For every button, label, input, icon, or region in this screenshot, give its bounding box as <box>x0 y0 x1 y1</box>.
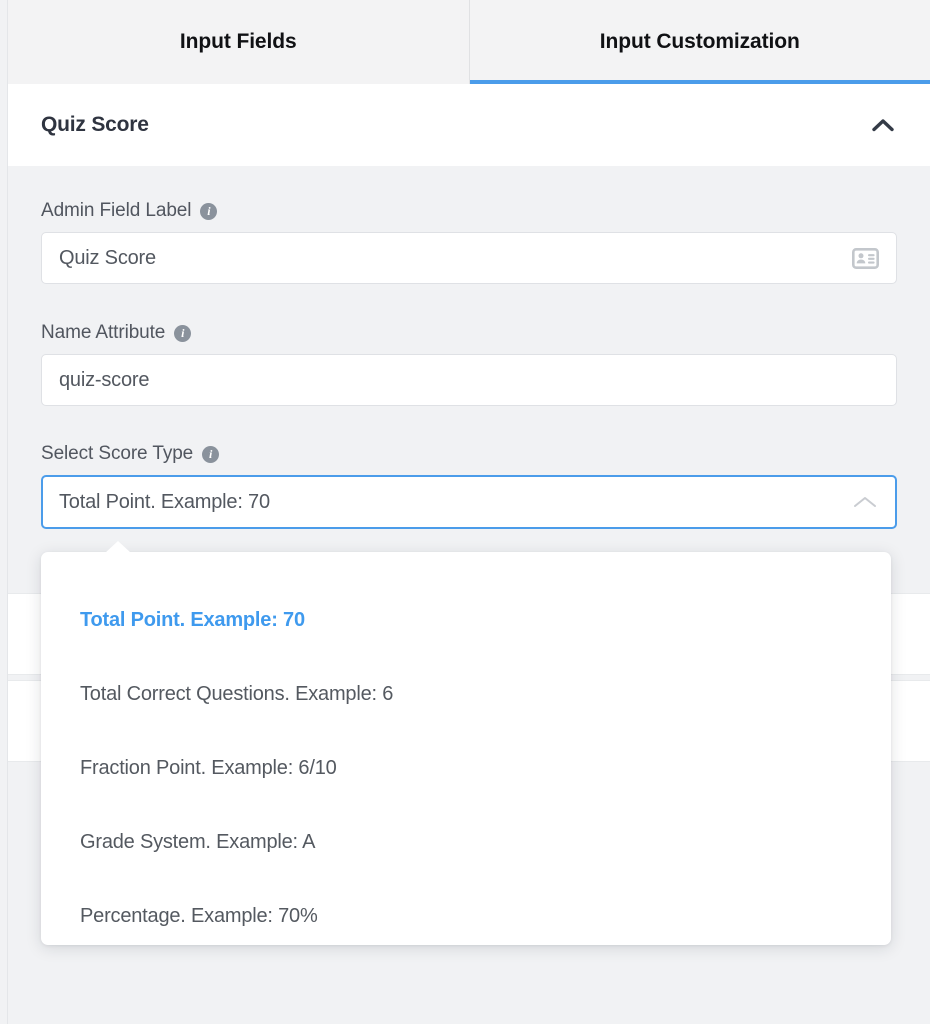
dropdown-option-total-correct-questions[interactable]: Total Correct Questions. Example: 6 <box>41 657 891 731</box>
info-icon[interactable]: i <box>174 324 192 342</box>
dropdown-option-list: Total Point. Example: 70 Total Correct Q… <box>41 552 891 953</box>
chevron-up-icon[interactable] <box>852 489 878 515</box>
chevron-up-icon[interactable] <box>869 111 897 139</box>
field-name-attribute: Name Attribute i quiz-score <box>41 322 897 406</box>
field-admin-field-label: Admin Field Label i Quiz Score <box>41 200 897 284</box>
select-score-type-dropdown: Total Point. Example: 70 Total Correct Q… <box>41 541 891 945</box>
input-customization-panel: Input Fields Input Customization Quiz Sc… <box>0 0 930 1024</box>
id-card-icon[interactable] <box>851 247 879 269</box>
admin-field-label-input[interactable]: Quiz Score <box>41 232 897 284</box>
panel-body: Admin Field Label i Quiz Score Name Attr… <box>8 166 930 562</box>
dropdown-option-grade-system[interactable]: Grade System. Example: A <box>41 805 891 879</box>
select-score-type-select[interactable]: Total Point. Example: 70 <box>41 475 897 529</box>
name-attribute-input[interactable]: quiz-score <box>41 354 897 406</box>
dropdown-option-percentage[interactable]: Percentage. Example: 70% <box>41 879 891 953</box>
panel-header: Quiz Score <box>8 84 930 166</box>
admin-field-label-value: Quiz Score <box>59 246 156 269</box>
tab-input-fields[interactable]: Input Fields <box>8 0 470 84</box>
name-attribute-value: quiz-score <box>59 368 150 391</box>
name-attribute-label: Name Attribute i <box>41 322 897 344</box>
info-icon[interactable]: i <box>202 445 220 463</box>
dropdown-option-fraction-point[interactable]: Fraction Point. Example: 6/10 <box>41 731 891 805</box>
info-icon[interactable]: i <box>200 202 218 220</box>
select-score-type-value: Total Point. Example: 70 <box>59 490 270 513</box>
tab-input-fields-label: Input Fields <box>179 30 297 53</box>
field-select-score-type: Select Score Type i Total Point. Example… <box>41 443 897 529</box>
dropdown-option-total-point[interactable]: Total Point. Example: 70 <box>41 583 891 657</box>
page-title: Quiz Score <box>41 113 149 136</box>
tab-input-customization[interactable]: Input Customization <box>469 0 930 84</box>
tab-bar: Input Fields Input Customization <box>8 0 930 84</box>
tab-input-customization-label: Input Customization <box>599 30 800 53</box>
select-score-type-label: Select Score Type i <box>41 443 897 465</box>
admin-field-label-label: Admin Field Label i <box>41 200 897 222</box>
